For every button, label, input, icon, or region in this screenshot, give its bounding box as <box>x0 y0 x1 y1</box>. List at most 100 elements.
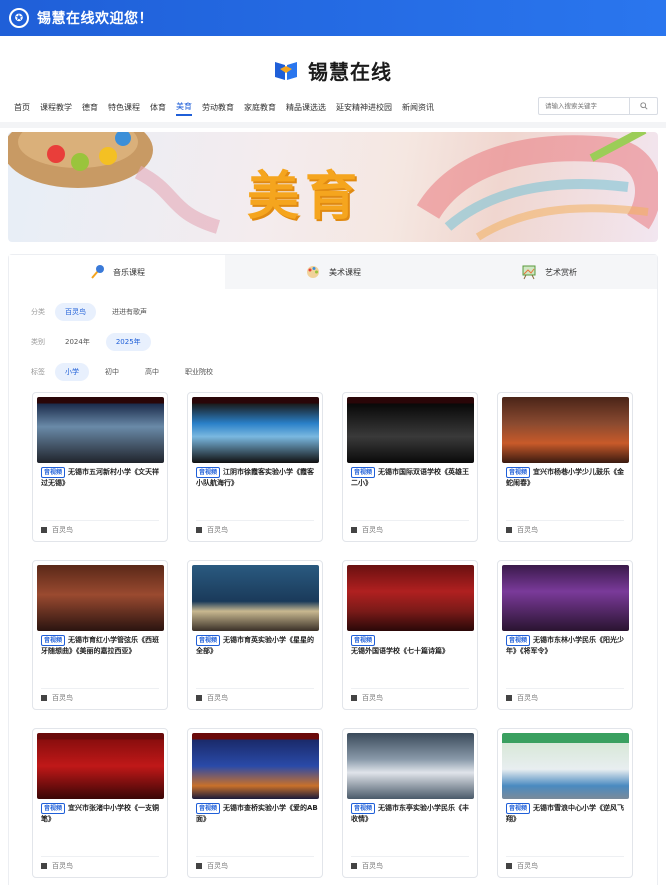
video-thumbnail[interactable] <box>347 565 474 631</box>
course-category: 百灵鸟 <box>52 694 73 702</box>
video-tag: 音视频 <box>351 803 376 814</box>
course-category: 百灵鸟 <box>207 694 228 702</box>
course-category: 百灵鸟 <box>52 862 73 870</box>
video-tag: 音视频 <box>41 803 66 814</box>
filter-row-category: 分类 百灵鸟 进进有歌声 <box>31 297 657 327</box>
easel-icon <box>522 265 536 280</box>
tab-music-courses[interactable]: 音乐课程 <box>9 255 225 289</box>
school-emblem-icon: ✪ <box>9 8 29 28</box>
nav-item-premium[interactable]: 精品课选选 <box>286 100 326 115</box>
course-card[interactable]: 音视频 无锡市国际双语学校《英雄王二小》 百灵鸟 <box>342 392 478 542</box>
video-thumbnail[interactable] <box>192 565 319 631</box>
site-header: 锡慧在线 <box>0 36 666 92</box>
filter-option-senior[interactable]: 高中 <box>135 363 169 381</box>
top-banner-bar: ✪ 锡慧在线欢迎您！ <box>0 0 666 36</box>
site-logo-text[interactable]: 锡慧在线 <box>308 56 392 85</box>
nav-item-family[interactable]: 家庭教育 <box>244 100 276 115</box>
course-category: 百灵鸟 <box>517 694 538 702</box>
course-card[interactable]: 音视频 无锡市雪浪中心小学《逆风飞翔》 百灵鸟 <box>497 728 633 878</box>
video-tag: 音视频 <box>196 635 221 646</box>
nav-item-course-teaching[interactable]: 课程教学 <box>40 100 72 115</box>
video-thumbnail[interactable] <box>37 733 164 799</box>
category-icon <box>196 863 202 869</box>
nav-item-sports[interactable]: 体育 <box>150 100 166 115</box>
banner-title: 美育 <box>247 167 364 227</box>
course-category: 百灵鸟 <box>362 526 383 534</box>
search-icon <box>639 102 648 110</box>
course-card[interactable]: 音视频 无锡市东亭实验小学民乐《丰收情》 百灵鸟 <box>342 728 478 878</box>
course-card[interactable]: 音视频无锡外国语学校《七十篇诗篇》 百灵鸟 <box>342 560 478 710</box>
video-thumbnail[interactable] <box>347 733 474 799</box>
filter-option-bailingniao[interactable]: 百灵鸟 <box>55 303 96 321</box>
video-thumbnail[interactable] <box>192 733 319 799</box>
filter-label: 标签 <box>31 368 45 376</box>
category-icon <box>506 863 512 869</box>
course-category: 百灵鸟 <box>52 526 73 534</box>
nav-item-featured[interactable]: 特色课程 <box>108 100 140 115</box>
course-category: 百灵鸟 <box>362 862 383 870</box>
category-icon <box>351 695 357 701</box>
search-box <box>538 97 658 115</box>
video-thumbnail[interactable] <box>37 565 164 631</box>
video-tag: 音视频 <box>351 635 376 646</box>
category-icon <box>351 863 357 869</box>
video-thumbnail[interactable] <box>37 397 164 463</box>
nav-item-labor[interactable]: 劳动教育 <box>202 100 234 115</box>
filter-row-year: 类别 2024年 2025年 <box>31 327 657 357</box>
course-card[interactable]: 音视频 无锡市育英实验小学《星星的全部》 百灵鸟 <box>187 560 323 710</box>
filter-option-jinjin[interactable]: 进进有歌声 <box>102 303 157 321</box>
filter-label: 分类 <box>31 308 45 316</box>
course-category: 百灵鸟 <box>517 862 538 870</box>
video-thumbnail[interactable] <box>192 397 319 463</box>
category-icon <box>41 863 47 869</box>
category-icon <box>196 527 202 533</box>
course-category: 百灵鸟 <box>362 694 383 702</box>
book-logo-icon <box>275 62 297 80</box>
nav-item-moral[interactable]: 德育 <box>82 100 98 115</box>
course-card[interactable]: 音视频 无锡市查桥实验小学《爱的AB面》 百灵鸟 <box>187 728 323 878</box>
filter-area: 分类 百灵鸟 进进有歌声 类别 2024年 2025年 标签 小学 初中 高中 … <box>9 289 657 387</box>
course-tabs: 音乐课程 美术课程 艺术赏析 <box>9 255 657 289</box>
nav-item-news[interactable]: 新闻资讯 <box>402 100 434 115</box>
video-tag: 音视频 <box>41 467 66 478</box>
tab-art-appreciation[interactable]: 艺术赏析 <box>441 255 657 289</box>
welcome-text: 锡慧在线欢迎您！ <box>37 11 153 27</box>
course-title[interactable]: 无锡外国语学校《七十篇诗篇》 <box>351 647 449 655</box>
video-tag: 音视频 <box>41 635 66 646</box>
nav-item-arts[interactable]: 美育 <box>176 99 192 116</box>
video-thumbnail[interactable] <box>502 397 629 463</box>
course-category: 百灵鸟 <box>207 526 228 534</box>
video-tag: 音视频 <box>506 635 531 646</box>
main-nav: 首页 课程教学 德育 特色课程 体育 美育 劳动教育 家庭教育 精品课选选 延安… <box>0 92 666 122</box>
category-icon <box>506 695 512 701</box>
filter-option-2025[interactable]: 2025年 <box>105 333 151 351</box>
video-thumbnail[interactable] <box>502 733 629 799</box>
video-tag: 音视频 <box>351 467 376 478</box>
filter-label: 类别 <box>31 338 45 346</box>
search-input[interactable] <box>539 98 629 114</box>
tab-label: 音乐课程 <box>113 267 145 277</box>
nav-item-yanan[interactable]: 延安精神进校园 <box>336 100 392 115</box>
palette-icon <box>307 266 319 278</box>
video-thumbnail[interactable] <box>502 565 629 631</box>
nav-item-home[interactable]: 首页 <box>14 100 30 115</box>
course-card[interactable]: 音视频 宜兴市杨巷小学少儿鼓乐《金蛇闹春》 百灵鸟 <box>497 392 633 542</box>
filter-option-junior[interactable]: 初中 <box>95 363 129 381</box>
video-tag: 音视频 <box>196 803 221 814</box>
course-card[interactable]: 音视频 无锡市育红小学管弦乐《西班牙随想曲》《美丽的嘉拉西亚》 百灵鸟 <box>32 560 168 710</box>
video-thumbnail[interactable] <box>347 397 474 463</box>
course-card[interactable]: 音视频 江阴市徐霞客实验小学《霞客小队航海行》 百灵鸟 <box>187 392 323 542</box>
category-icon <box>506 527 512 533</box>
tab-art-courses[interactable]: 美术课程 <box>225 255 441 289</box>
category-icon <box>41 527 47 533</box>
course-card[interactable]: 音视频 无锡市五河新村小学《文天祥过无锡》 百灵鸟 <box>32 392 168 542</box>
video-tag: 音视频 <box>506 803 531 814</box>
arts-banner: 美育 <box>8 132 658 242</box>
filter-option-vocational[interactable]: 职业院校 <box>175 363 223 381</box>
filter-option-primary[interactable]: 小学 <box>55 363 89 381</box>
course-card[interactable]: 音视频 宜兴市张渚中小学校《一支铜笔》 百灵鸟 <box>32 728 168 878</box>
video-tag: 音视频 <box>196 467 221 478</box>
search-button[interactable] <box>629 98 657 114</box>
filter-option-2024[interactable]: 2024年 <box>55 333 100 351</box>
course-card[interactable]: 音视频 无锡市东林小学民乐《阳光少年》《将军令》 百灵鸟 <box>497 560 633 710</box>
